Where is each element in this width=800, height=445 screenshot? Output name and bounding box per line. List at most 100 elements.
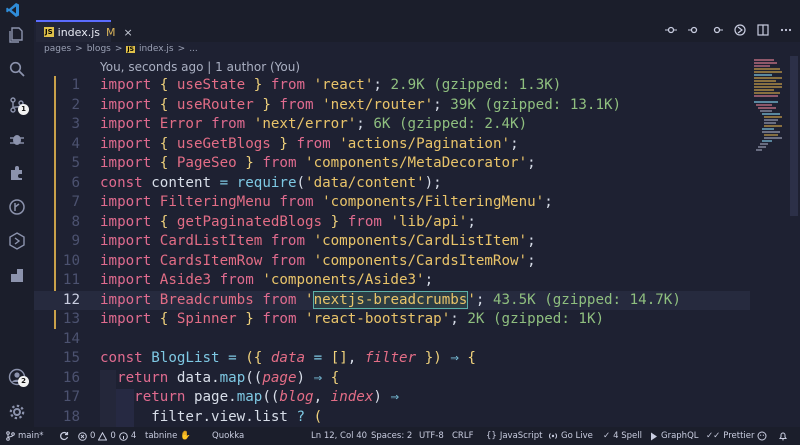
language-mode[interactable]: {} JavaScript [486, 431, 542, 441]
previous-change-icon[interactable] [688, 24, 700, 36]
docker-icon[interactable] [8, 266, 26, 284]
feedback-button[interactable] [757, 431, 767, 441]
prettier-status[interactable]: ✓✓ Prettier [706, 431, 755, 441]
go-live-button[interactable]: Go Live [548, 431, 593, 441]
tabnine-status[interactable]: tabnine ✋ [145, 431, 191, 441]
spell-check-status[interactable]: ✓ 4 Spell [603, 431, 642, 441]
branch-indicator[interactable]: main* [6, 431, 44, 441]
editor-actions [665, 22, 792, 38]
line-number: 11 [62, 272, 80, 288]
line-number: 16 [62, 369, 80, 386]
status-bar: main* 0 0 4 tabnine ✋ Quokka Ln 12, Col … [0, 427, 800, 445]
code-line: 7 import FilteringMenu from 'components/F… [34, 193, 750, 213]
accounts-badge: 2 [18, 376, 29, 387]
timeline-icon[interactable] [8, 198, 26, 216]
breadcrumb: pages > blogs > JS index.js > ... [44, 42, 198, 56]
source-control-badge: 1 [18, 104, 29, 115]
activity-bar: 1 2 [0, 18, 34, 427]
breadcrumb-file[interactable]: index.js [139, 44, 174, 54]
remote-explorer-icon[interactable] [8, 232, 26, 250]
code-line: 5 import { PageSeo } from 'components/Met… [34, 154, 750, 174]
double-check-icon: ✓✓ [706, 431, 721, 441]
code-line: 6 const content = require('data/content')… [34, 174, 750, 194]
spell-label: 4 Spell [613, 431, 642, 441]
code-line: 11 import Aside3 from 'components/Aside3'… [34, 271, 750, 291]
search-icon[interactable] [8, 60, 26, 78]
code-line: 18 filter.view.list ? ( [34, 408, 750, 423]
tabnine-label: tabnine [145, 431, 178, 441]
minimap[interactable] [752, 56, 788, 216]
notifications-button[interactable] [778, 431, 788, 441]
line-number: 18 [62, 408, 80, 423]
vscode-logo-icon [6, 3, 19, 17]
modified-indicator: M [106, 25, 116, 39]
line-number: 12 [62, 291, 80, 308]
info-icon [119, 431, 128, 441]
bell-icon [779, 432, 787, 441]
quokka-status[interactable]: Quokka [212, 431, 244, 441]
problems-indicator[interactable]: 0 0 4 [78, 431, 136, 441]
warning-count: 0 [110, 431, 116, 441]
code-line: 3 import Error from 'next/error'; 6K (gzi… [34, 115, 750, 135]
compare-changes-icon[interactable] [665, 24, 677, 36]
line-number: 17 [62, 389, 80, 405]
line-number: 1 [71, 77, 80, 93]
scrollbar-thumb[interactable] [790, 56, 798, 216]
code-line: 10 import CardsItemRow from 'components/C… [34, 252, 750, 272]
line-number: 6 [71, 174, 80, 191]
go-live-icon[interactable] [734, 24, 746, 36]
line-number: 13 [62, 311, 80, 327]
selection-highlight: nextjs-breadcrumbs [312, 290, 469, 309]
codelens-blame[interactable]: You, seconds ago | 1 author (You) [100, 60, 300, 74]
graphql-status[interactable]: GraphQL [650, 431, 699, 441]
check-icon: ✓ [603, 431, 611, 441]
git-branch-icon [6, 431, 15, 441]
breadcrumb-pages[interactable]: pages [44, 44, 71, 54]
sync-button[interactable] [59, 431, 69, 441]
encoding[interactable]: UTF-8 [419, 431, 444, 441]
line-number: 4 [71, 135, 80, 152]
feedback-icon [757, 431, 767, 441]
code-line: 14 [34, 330, 750, 350]
tab-index-js[interactable]: JS index.js M × [36, 20, 133, 42]
tab-label: index.js [57, 25, 101, 39]
end-of-line[interactable]: CRLF [452, 431, 473, 441]
breadcrumb-separator: > [114, 44, 123, 54]
braces-icon: {} [486, 431, 497, 441]
line-number: 9 [71, 233, 80, 249]
info-count: 4 [130, 431, 137, 441]
sync-icon [60, 431, 69, 441]
import-cost-hint: 43.5K (gzipped: 14.7K) [492, 291, 681, 308]
more-actions-icon[interactable] [780, 24, 792, 36]
extensions-icon[interactable] [8, 164, 26, 182]
breadcrumb-blogs[interactable]: blogs [87, 44, 111, 54]
tab-close-button[interactable]: × [124, 26, 133, 39]
graphql-label: GraphQL [661, 431, 699, 441]
hand-icon: ✋ [180, 431, 191, 441]
import-cost-hint: 2K (gzipped: 1K) [467, 311, 605, 327]
play-icon [651, 432, 657, 440]
code-line: 4 import { useGetBlogs } from 'actions/Pa… [34, 135, 750, 155]
cursor-position[interactable]: Ln 12, Col 40 [311, 431, 367, 441]
javascript-file-icon: JS [126, 45, 135, 53]
line-number: 7 [71, 194, 80, 210]
line-number: 5 [71, 155, 80, 171]
breadcrumb-symbol[interactable]: ... [189, 44, 198, 54]
split-editor-icon[interactable] [757, 24, 769, 36]
go-live-label: Go Live [561, 431, 593, 441]
code-line: 17 return page.map((blog, index) ⇒ [34, 388, 750, 408]
code-line: 15 const BlogList = ({ data = [], filter … [34, 349, 750, 369]
import-cost-hint: 2.9K (gzipped: 1.3K) [390, 77, 562, 93]
quokka-label: Quokka [212, 431, 245, 441]
next-change-icon[interactable] [711, 24, 723, 36]
explorer-icon[interactable] [8, 26, 26, 44]
import-cost-hint: 39K (gzipped: 13.1K) [450, 96, 622, 113]
line-number: 10 [62, 252, 80, 269]
warning-icon [98, 431, 108, 440]
language-label: JavaScript [499, 431, 543, 441]
title-bar [0, 0, 800, 22]
indentation[interactable]: Spaces: 2 [371, 431, 412, 441]
settings-gear-icon[interactable] [8, 403, 26, 421]
run-debug-icon[interactable] [8, 130, 26, 148]
line-number: 2 [71, 96, 80, 113]
